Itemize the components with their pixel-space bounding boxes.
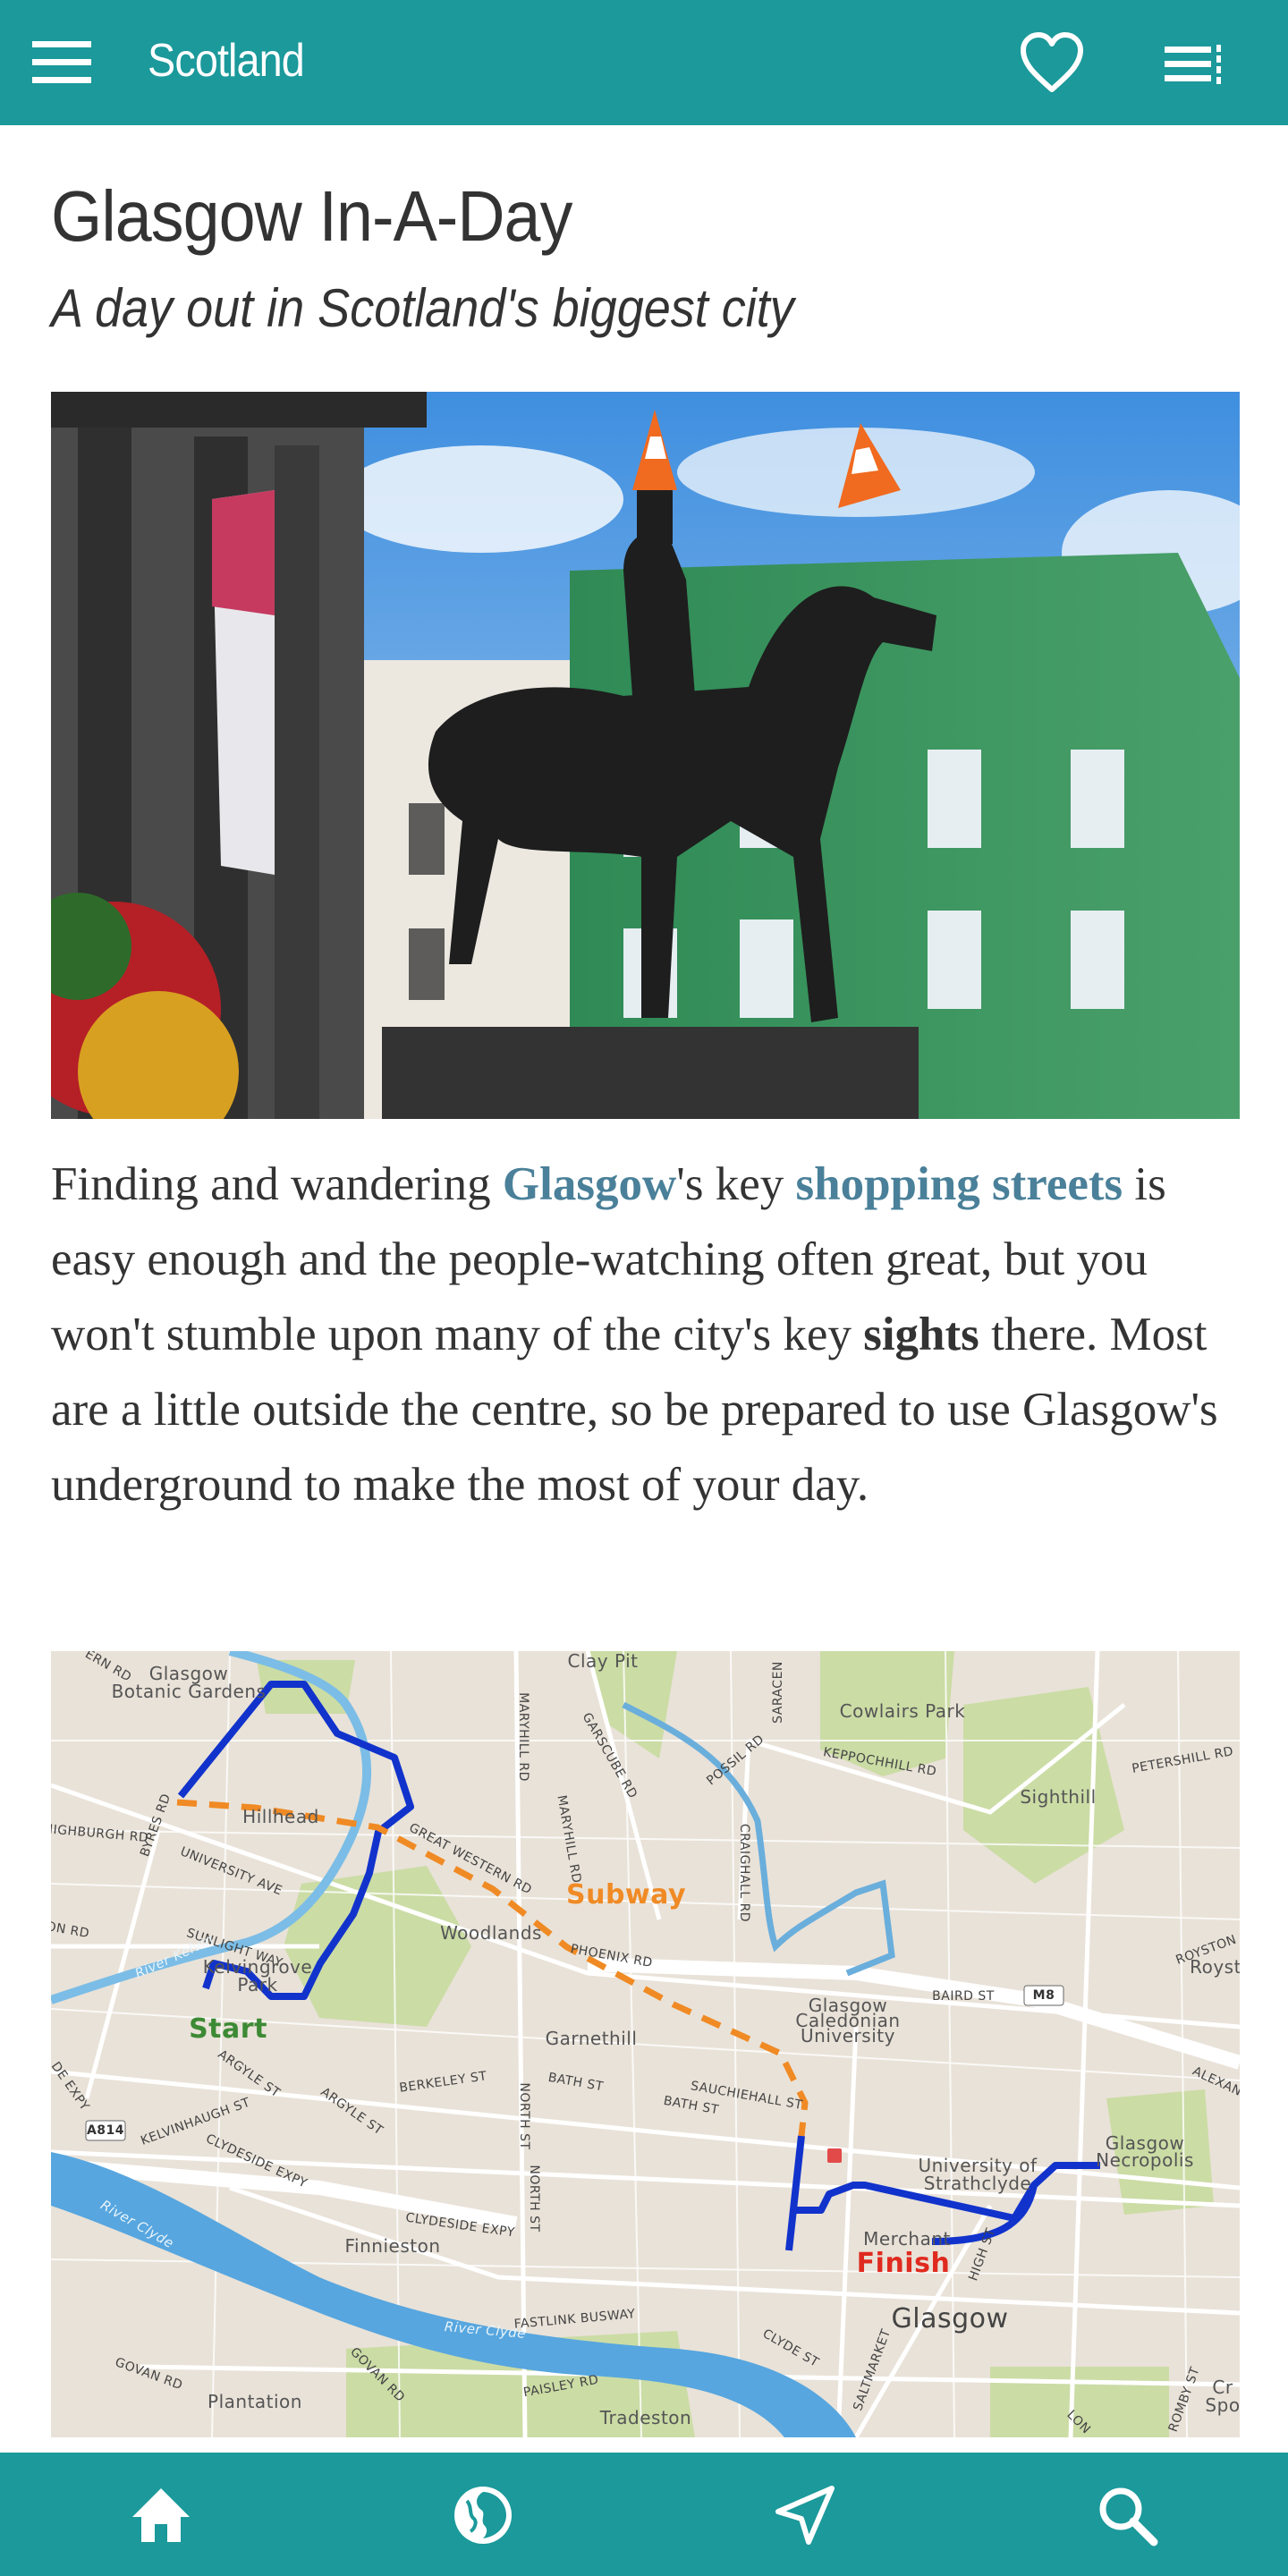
map-label: Glasgow [891,2303,1008,2334]
map-label: BATH ST [547,2071,604,2095]
map-label: NORTH ST [517,2082,531,2149]
map-label: SALTMARKET [851,2327,894,2413]
map-label: CRAIGHALL RD [737,1824,751,1922]
map-label: Royst [1190,1956,1240,1978]
map-label: Garnethill [546,2028,638,2049]
map-label: Clay Pit [568,1651,639,1672]
page-subtitle: A day out in Scotland's biggest city [51,278,794,338]
map-label: ROMBY ST [1166,2365,1203,2434]
menu-button[interactable] [32,41,93,84]
hamburger-icon [32,41,91,83]
map-label: Woodlands [440,1922,542,1944]
map-label: M8 [1033,1988,1055,2003]
map-label: MARYHILL RD [554,1794,583,1885]
map-label: Botanic Gardens [112,1681,267,1702]
map-label: BATH ST [662,2094,719,2118]
map-label: University [801,2025,895,2046]
station-icon [827,2148,842,2163]
map-image: Glasgow Botanic GardensERN RD Clay Pit Hill… [51,1651,1240,2437]
shopping-streets-link[interactable]: shopping streets [795,1158,1123,1210]
intro-text: 's key [676,1158,796,1210]
page-title: Glasgow In-A-Day [51,176,572,256]
map-label: DE EXPY [51,2059,92,2114]
map-label: UNIVERSITY AVE [178,1844,284,1898]
map-label: SARACEN [771,1661,785,1724]
map-label: KELVINHAUGH ST [139,2096,252,2148]
map-label: Necropolis [1096,2149,1194,2171]
map-label: Finish [857,2248,951,2279]
map-label: Spo [1205,2394,1240,2416]
map-label: ON RD [51,1919,90,1941]
heart-icon [1021,32,1083,92]
map-label: MARYHILL RD [516,1692,530,1782]
map-label: Tradeston [599,2407,691,2428]
map-label: PETERSHILL RD [1131,1744,1234,1776]
map-label: HIGHBURGH RD [51,1822,149,1845]
statue-photo [51,392,1240,1119]
map-label: Finnieston [345,2235,441,2257]
nav-world[interactable] [447,2479,519,2551]
navigation-icon [775,2486,835,2545]
map-label: Subway [566,1879,686,1911]
map-label: ARGYLE ST [318,2085,386,2139]
map-label: Strathclyde [924,2173,1031,2194]
map-label: Plantation [208,2391,302,2412]
app-title: Scotland [148,35,305,87]
bottom-navigation [0,2453,1288,2576]
intro-text: Finding and wandering [51,1158,503,1210]
map-label: Sighthill [1020,1786,1096,1808]
intro-paragraph: Finding and wandering Glasgow's key shop… [51,1147,1250,1522]
list-icon [1165,45,1221,84]
sights-bold: sights [863,1309,979,1360]
map-label: Cowlairs Park [840,1700,966,1722]
favorite-button[interactable] [1018,30,1086,95]
map-label: CLYDE ST [760,2326,821,2370]
home-icon [132,2488,190,2542]
map-label: Park [237,1974,277,1996]
table-of-contents-button[interactable] [1163,43,1225,86]
map-label: Hillhead [242,1806,319,1827]
article-photo [51,392,1240,1119]
nav-home[interactable] [125,2479,197,2551]
map-label: Start [189,2013,267,2045]
glasgow-link[interactable]: Glasgow [503,1158,676,1210]
map-label: NORTH ST [527,2165,541,2232]
map-label: BAIRD ST [932,1989,995,2004]
map-label: Merchant [863,2228,951,2250]
globe-icon [454,2487,512,2544]
map-label: BERKELEY ST [398,2069,487,2096]
map-label: A814 [87,2123,124,2138]
top-app-bar: Scotland [0,0,1288,125]
nav-nearby[interactable] [769,2479,841,2551]
map-label: ERN RD [82,1651,133,1685]
route-map[interactable]: Glasgow Botanic Gardens ERN RD Clay Pit Hill… [51,1651,1240,2437]
nav-search[interactable] [1091,2479,1163,2551]
map-label: GOVAN RD [113,2355,184,2393]
map-label: FASTLINK BUSWAY [513,2307,636,2332]
search-icon [1099,2487,1158,2546]
